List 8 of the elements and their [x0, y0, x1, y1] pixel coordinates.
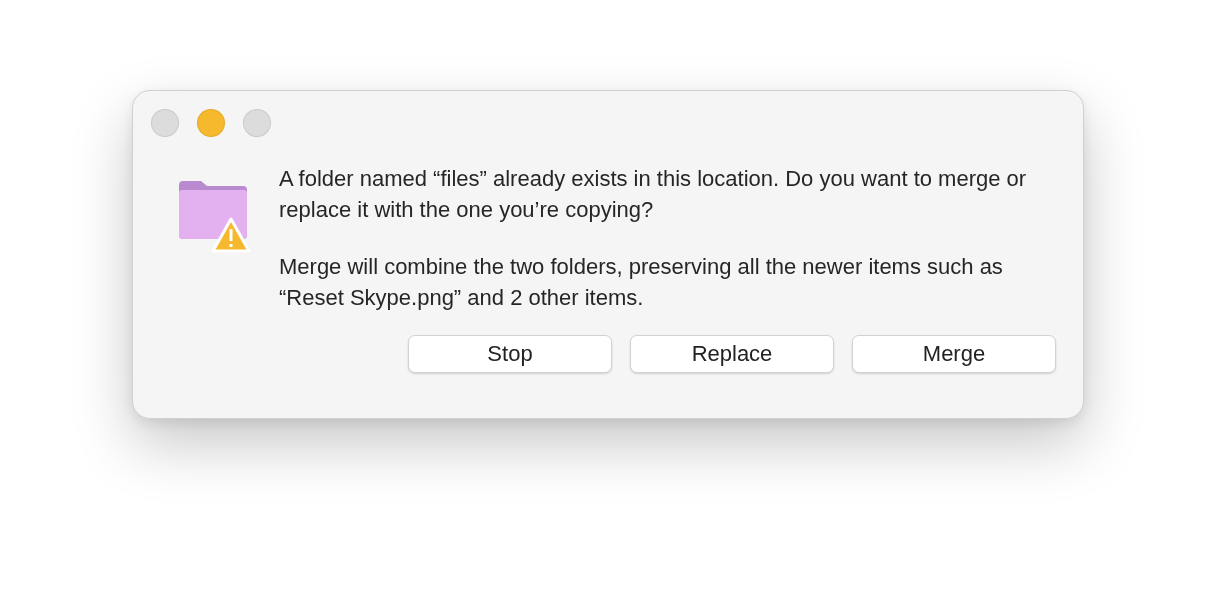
dialog-button[interactable]: Stop: [408, 335, 612, 373]
dialog-button[interactable]: Merge: [852, 335, 1056, 373]
dialog-button[interactable]: Replace: [630, 335, 834, 373]
window-control[interactable]: [243, 109, 271, 137]
message-text: Merge will combine the two folders, preserving all the newer items such as “Reset Skype.png” and 2 other items.: [279, 253, 1004, 312]
message-text: A folder named “files” already exists in this location. Do you want to merge or replace it with the one you’re copying?: [279, 165, 1028, 224]
window-control[interactable]: [197, 109, 225, 137]
window-control[interactable]: [151, 109, 179, 137]
